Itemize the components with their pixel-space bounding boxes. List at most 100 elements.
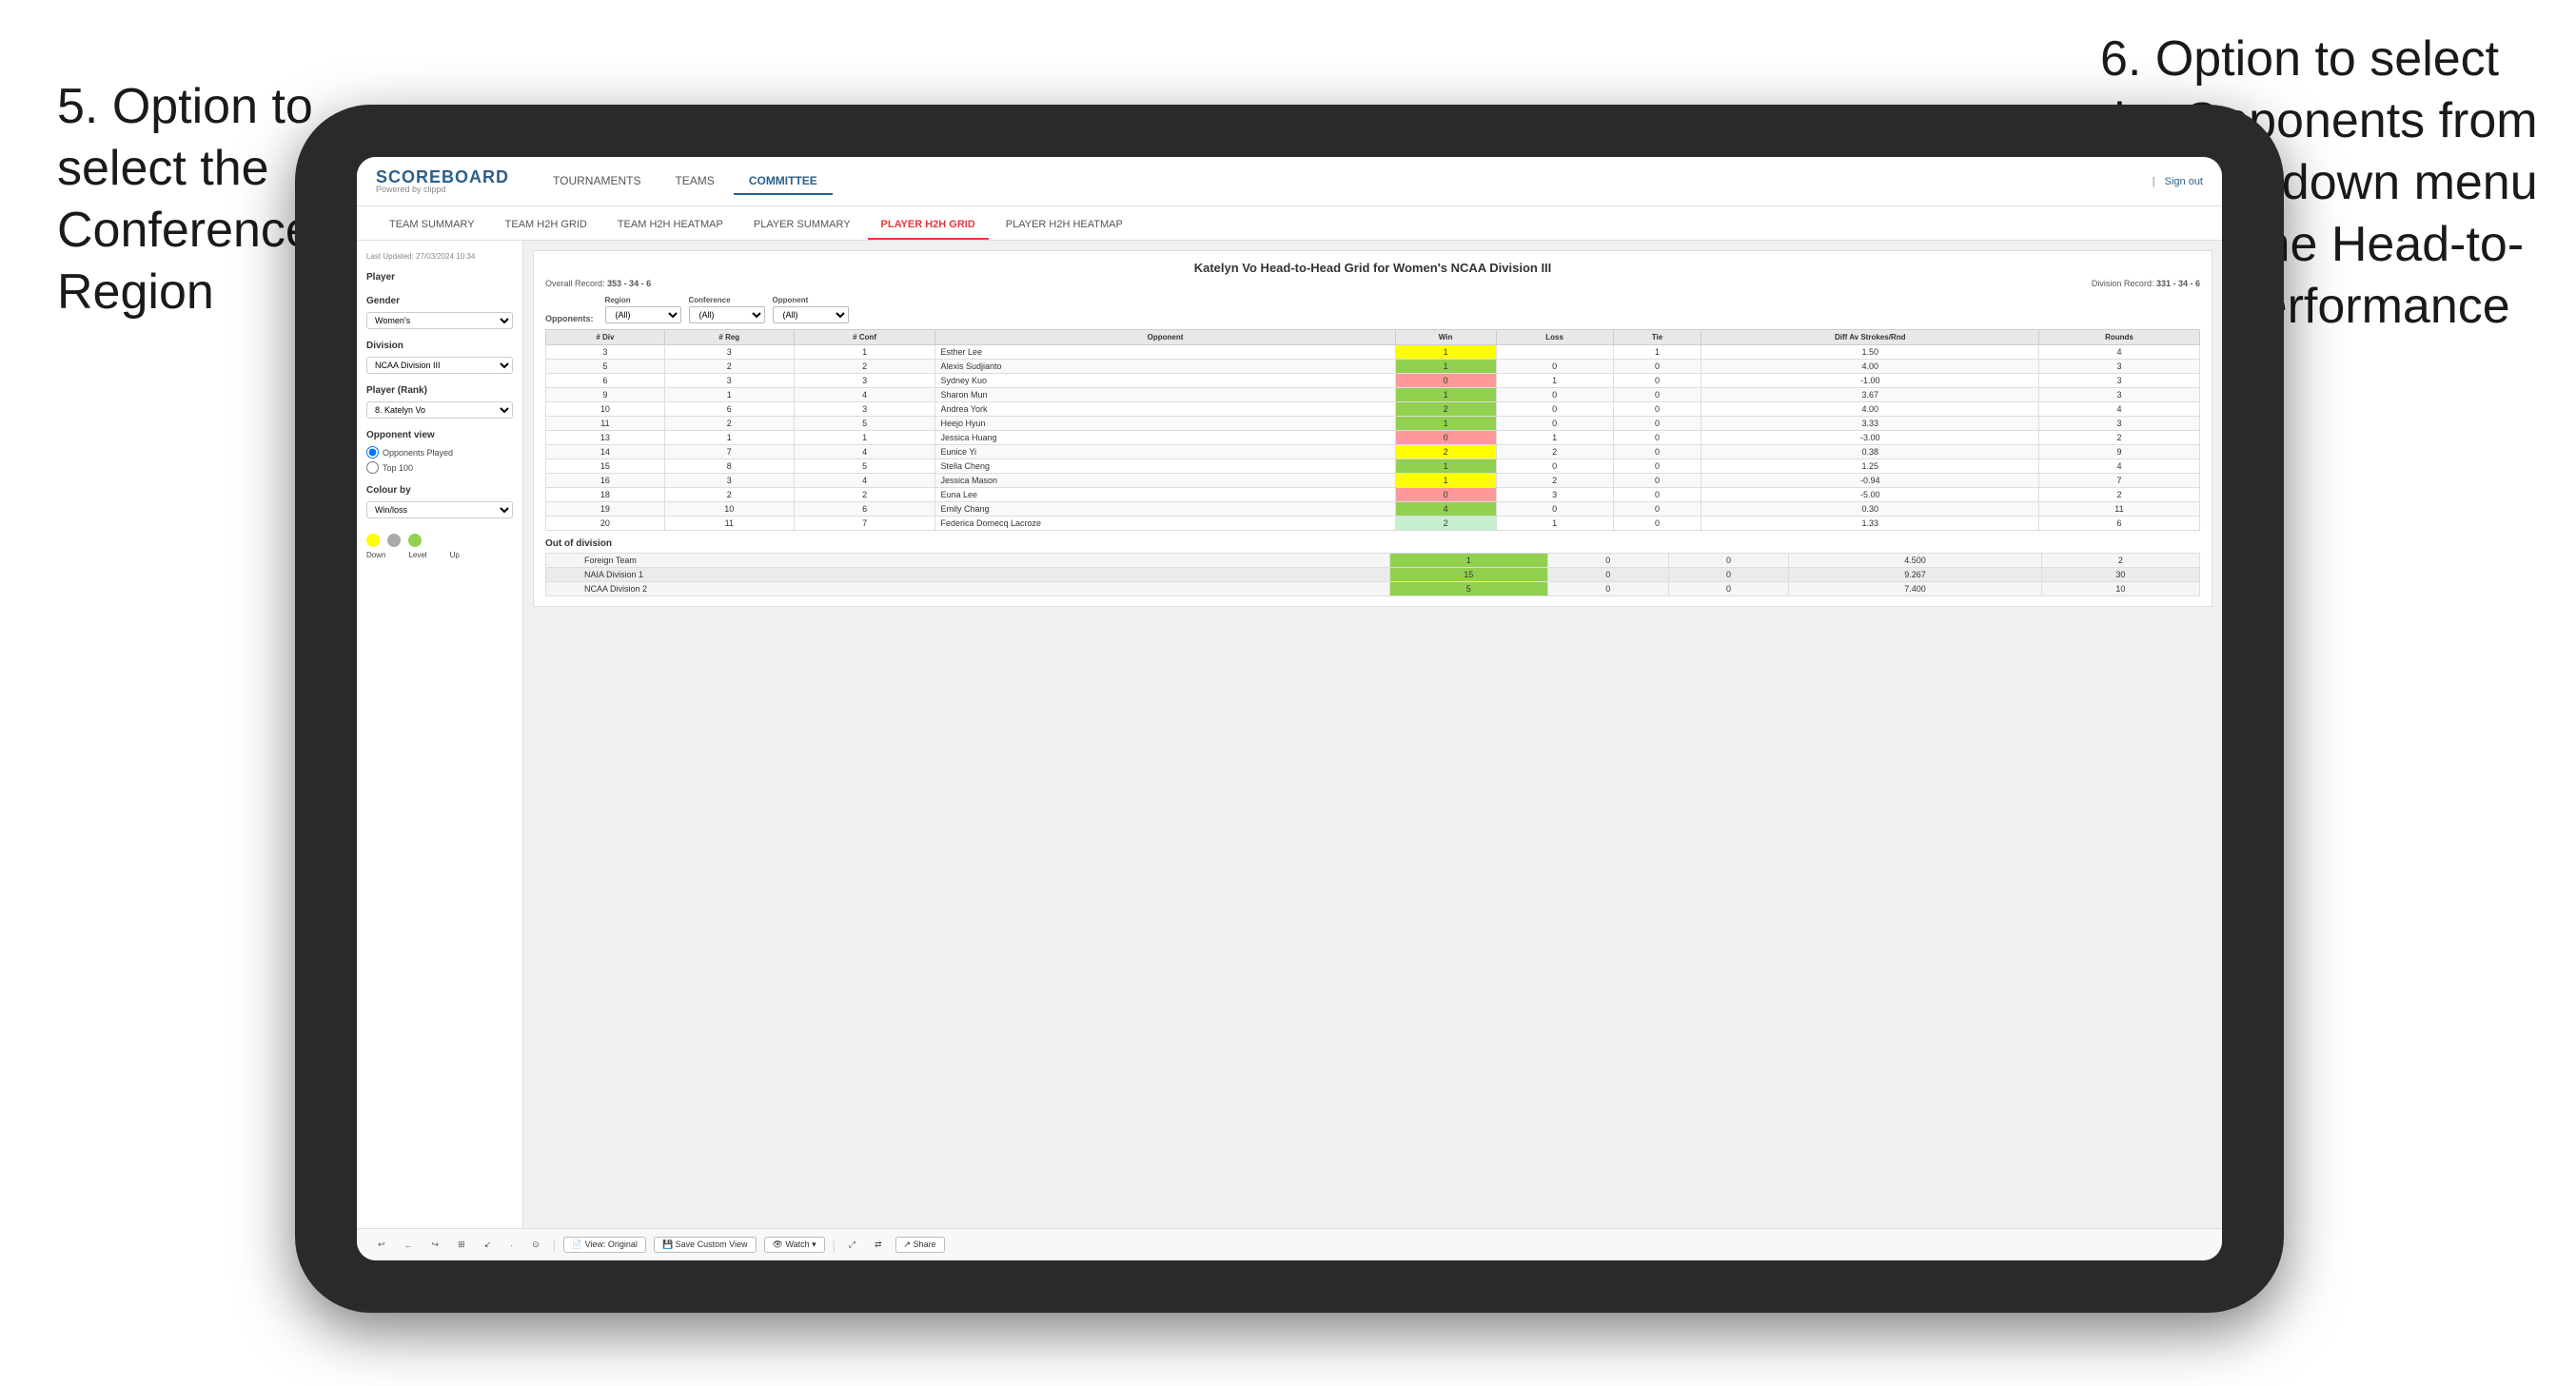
region-filter-select[interactable]: (All) bbox=[605, 306, 681, 323]
logo-sub: Powered by clippd bbox=[376, 185, 509, 194]
th-conf: # Conf bbox=[794, 330, 935, 345]
toolbar-sep2: | bbox=[833, 1239, 836, 1252]
th-rounds: Rounds bbox=[2038, 330, 2199, 345]
opponent-filter-select[interactable]: (All) bbox=[773, 306, 849, 323]
conference-filter-group: Conference (All) bbox=[689, 296, 765, 323]
opponents-label: Opponents: bbox=[545, 314, 594, 323]
cell-loss: 0 bbox=[1496, 388, 1613, 402]
sidebar-update: Last Updated: 27/03/2024 10:34 bbox=[366, 252, 513, 261]
sidebar-colour-by: Colour by Win/loss bbox=[366, 485, 513, 518]
nav-tournaments[interactable]: TOURNAMENTS bbox=[538, 168, 656, 195]
cell-rounds: 4 bbox=[2038, 345, 2199, 360]
toolbar-share[interactable]: ↗ Share bbox=[895, 1237, 945, 1253]
tablet-screen: SCOREBOARD Powered by clippd TOURNAMENTS… bbox=[357, 157, 2222, 1260]
table-row: 6 3 3 Sydney Kuo 0 1 0 -1.00 3 bbox=[546, 374, 2200, 388]
cell-opponent: Sydney Kuo bbox=[935, 374, 1395, 388]
radio-opponents-played[interactable]: Opponents Played bbox=[366, 446, 513, 459]
ood-opponent: NCAA Division 2 bbox=[546, 582, 1390, 596]
cell-win: 1 bbox=[1395, 417, 1496, 431]
cell-conf: 2 bbox=[794, 488, 935, 502]
nav-teams[interactable]: TEAMS bbox=[659, 168, 729, 195]
toolbar-target[interactable]: ⊙ bbox=[526, 1238, 545, 1252]
cell-win: 1 bbox=[1395, 388, 1496, 402]
ood-rounds: 10 bbox=[2041, 582, 2199, 596]
sidebar-division: Division NCAA Division III bbox=[366, 341, 513, 374]
cell-reg: 2 bbox=[664, 488, 794, 502]
toolbar-redo[interactable]: ↪ bbox=[426, 1238, 445, 1252]
toolbar-swap[interactable]: ⇄ bbox=[869, 1238, 888, 1252]
ood-win: 1 bbox=[1389, 554, 1547, 568]
conference-filter-select[interactable]: (All) bbox=[689, 306, 765, 323]
cell-diff: 3.67 bbox=[1701, 388, 2038, 402]
table-row: 18 2 2 Euna Lee 0 3 0 -5.00 2 bbox=[546, 488, 2200, 502]
radio-opponents-played-input[interactable] bbox=[366, 446, 379, 459]
cell-tie: 0 bbox=[1613, 402, 1701, 417]
cell-div: 11 bbox=[546, 417, 665, 431]
cell-rounds: 9 bbox=[2038, 445, 2199, 459]
cell-reg: 2 bbox=[664, 360, 794, 374]
division-select[interactable]: NCAA Division III bbox=[366, 357, 513, 374]
radio-group: Opponents Played Top 100 bbox=[366, 446, 513, 474]
opponent-filter-group: Opponent (All) bbox=[773, 296, 849, 323]
toolbar-dot[interactable]: · bbox=[504, 1239, 519, 1252]
cell-tie: 0 bbox=[1613, 388, 1701, 402]
main-nav: TOURNAMENTS TEAMS COMMITTEE bbox=[538, 168, 2124, 195]
cell-reg: 1 bbox=[664, 388, 794, 402]
colour-by-select[interactable]: Win/loss bbox=[366, 501, 513, 518]
toolbar-back[interactable]: ← bbox=[399, 1239, 419, 1252]
cell-tie: 0 bbox=[1613, 374, 1701, 388]
tablet-frame: SCOREBOARD Powered by clippd TOURNAMENTS… bbox=[295, 105, 2284, 1313]
cell-loss: 0 bbox=[1496, 417, 1613, 431]
cell-rounds: 3 bbox=[2038, 360, 2199, 374]
sign-out-button[interactable]: Sign out bbox=[2165, 176, 2203, 187]
nav-committee[interactable]: COMMITTEE bbox=[734, 168, 833, 195]
table-row: 20 11 7 Federica Domecq Lacroze 2 1 0 1.… bbox=[546, 517, 2200, 531]
toolbar-grid[interactable]: ⊞ bbox=[452, 1238, 471, 1252]
cell-diff: 4.00 bbox=[1701, 360, 2038, 374]
cell-rounds: 3 bbox=[2038, 417, 2199, 431]
toolbar-expand[interactable]: ⤢ bbox=[843, 1238, 861, 1252]
cell-win: 0 bbox=[1395, 488, 1496, 502]
toolbar-export[interactable]: ↙ bbox=[479, 1238, 498, 1252]
sub-tab-player-h2h-heatmap[interactable]: PLAYER H2H HEATMAP bbox=[993, 211, 1136, 240]
sub-tab-team-h2h-grid[interactable]: TEAM H2H GRID bbox=[492, 211, 600, 240]
radio-top100-input[interactable] bbox=[366, 461, 379, 474]
radio-top100[interactable]: Top 100 bbox=[366, 461, 513, 474]
legend-dot-down bbox=[366, 534, 380, 547]
cell-tie: 0 bbox=[1613, 502, 1701, 517]
cell-rounds: 2 bbox=[2038, 431, 2199, 445]
ood-loss: 0 bbox=[1547, 568, 1668, 582]
colour-by-label: Colour by bbox=[366, 485, 513, 496]
sub-tab-player-h2h-grid[interactable]: PLAYER H2H GRID bbox=[868, 211, 989, 240]
sidebar: Last Updated: 27/03/2024 10:34 Player Ge… bbox=[357, 241, 523, 1228]
cell-opponent: Eunice Yi bbox=[935, 445, 1395, 459]
logo-text: SCOREBOARD bbox=[376, 168, 509, 185]
sub-tab-team-summary[interactable]: TEAM SUMMARY bbox=[376, 211, 488, 240]
cell-opponent: Jessica Huang bbox=[935, 431, 1395, 445]
logo-area: SCOREBOARD Powered by clippd bbox=[376, 168, 509, 194]
sign-out-prefix: | bbox=[2153, 176, 2155, 187]
cell-tie: 0 bbox=[1613, 517, 1701, 531]
sub-tab-player-summary[interactable]: PLAYER SUMMARY bbox=[740, 211, 864, 240]
cell-win: 1 bbox=[1395, 459, 1496, 474]
division-record-label: Division Record: 331 - 34 - 6 bbox=[2092, 279, 2200, 288]
cell-reg: 8 bbox=[664, 459, 794, 474]
conference-filter-label: Conference bbox=[689, 296, 765, 304]
division-label: Division bbox=[366, 341, 513, 351]
cell-div: 16 bbox=[546, 474, 665, 488]
cell-win: 0 bbox=[1395, 374, 1496, 388]
table-row: 19 10 6 Emily Chang 4 0 0 0.30 11 bbox=[546, 502, 2200, 517]
toolbar-watch[interactable]: 👁 Watch ▾ bbox=[764, 1237, 825, 1253]
cell-div: 6 bbox=[546, 374, 665, 388]
cell-opponent: Stella Cheng bbox=[935, 459, 1395, 474]
table-row: 13 1 1 Jessica Huang 0 1 0 -3.00 2 bbox=[546, 431, 2200, 445]
legend-dot-up bbox=[408, 534, 422, 547]
toolbar-save-custom[interactable]: 💾 Save Custom View bbox=[654, 1237, 757, 1253]
toolbar-view-original[interactable]: 📄 View: Original bbox=[563, 1237, 646, 1253]
gender-select[interactable]: Women's bbox=[366, 312, 513, 329]
cell-loss: 0 bbox=[1496, 502, 1613, 517]
toolbar-undo[interactable]: ↩ bbox=[372, 1238, 391, 1252]
player-rank-select[interactable]: 8. Katelyn Vo bbox=[366, 401, 513, 419]
cell-diff: 1.33 bbox=[1701, 517, 2038, 531]
sub-tab-team-h2h-heatmap[interactable]: TEAM H2H HEATMAP bbox=[604, 211, 737, 240]
